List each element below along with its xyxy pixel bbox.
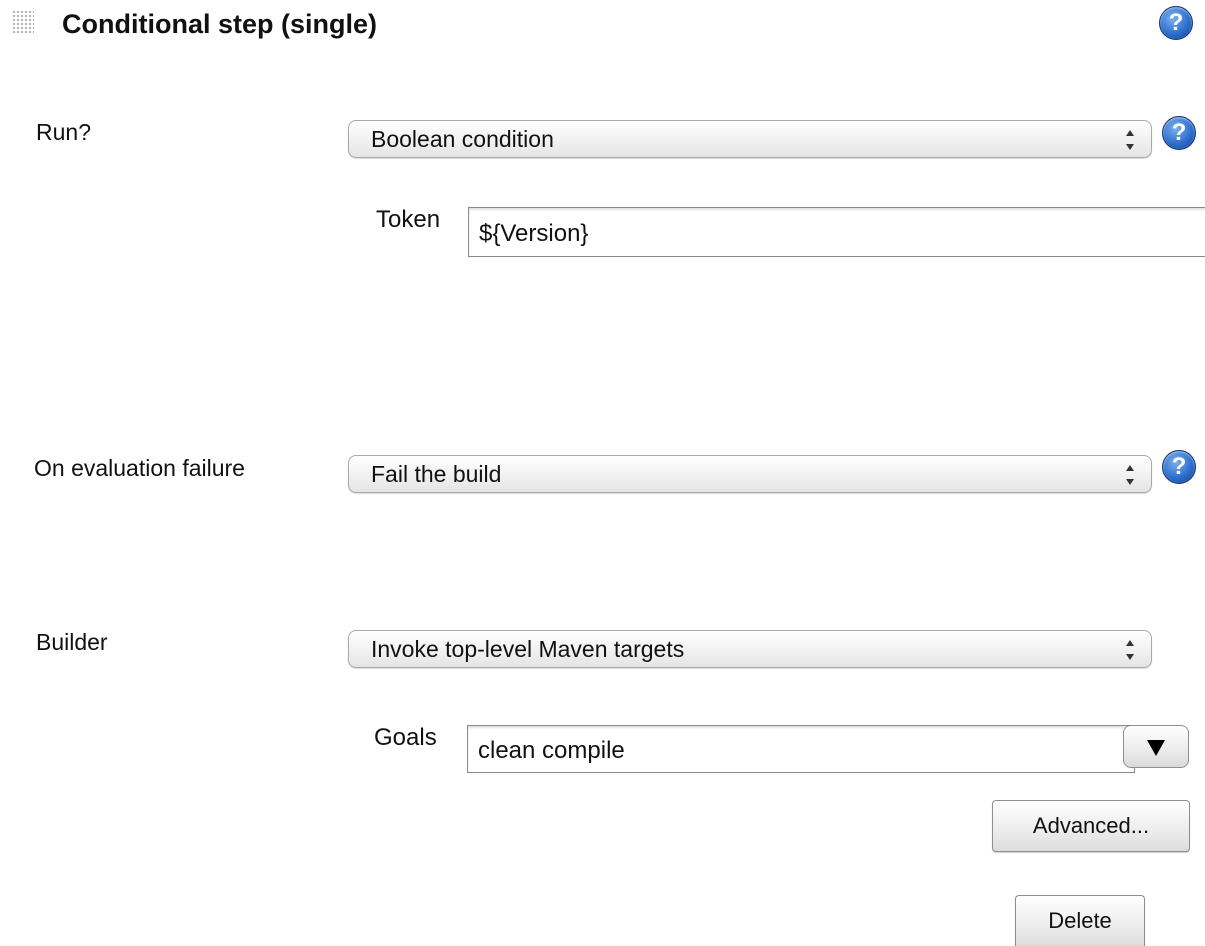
drag-handle-icon[interactable]	[12, 10, 34, 34]
select-arrows-icon	[1125, 640, 1135, 660]
builder-label: Builder	[36, 629, 108, 655]
token-input[interactable]: ${Version}	[468, 207, 1205, 257]
on-failure-select[interactable]: Fail the build	[348, 455, 1152, 493]
on-failure-value: Fail the build	[371, 461, 502, 487]
run-condition-select[interactable]: Boolean condition	[348, 120, 1152, 158]
goals-dropdown-button[interactable]	[1123, 725, 1189, 768]
delete-button[interactable]: Delete	[1015, 895, 1145, 946]
run-help-icon[interactable]: ?	[1162, 116, 1196, 150]
advanced-button[interactable]: Advanced...	[992, 800, 1190, 852]
on-failure-help-icon[interactable]: ?	[1162, 450, 1196, 484]
run-condition-value: Boolean condition	[371, 126, 554, 152]
goals-value: clean compile	[478, 737, 625, 764]
on-failure-label: On evaluation failure	[34, 455, 245, 481]
token-value: ${Version}	[479, 220, 589, 247]
run-label: Run?	[36, 119, 91, 145]
builder-select[interactable]: Invoke top-level Maven targets	[348, 630, 1152, 668]
goals-input[interactable]: clean compile	[467, 725, 1135, 773]
goals-label: Goals	[374, 724, 437, 751]
section-title: Conditional step (single)	[62, 9, 377, 39]
help-icon[interactable]: ?	[1159, 6, 1193, 40]
select-arrows-icon	[1125, 465, 1135, 485]
token-label: Token	[376, 206, 441, 233]
dropdown-triangle-icon	[1147, 740, 1165, 756]
select-arrows-icon	[1125, 130, 1135, 150]
builder-value: Invoke top-level Maven targets	[371, 636, 685, 662]
